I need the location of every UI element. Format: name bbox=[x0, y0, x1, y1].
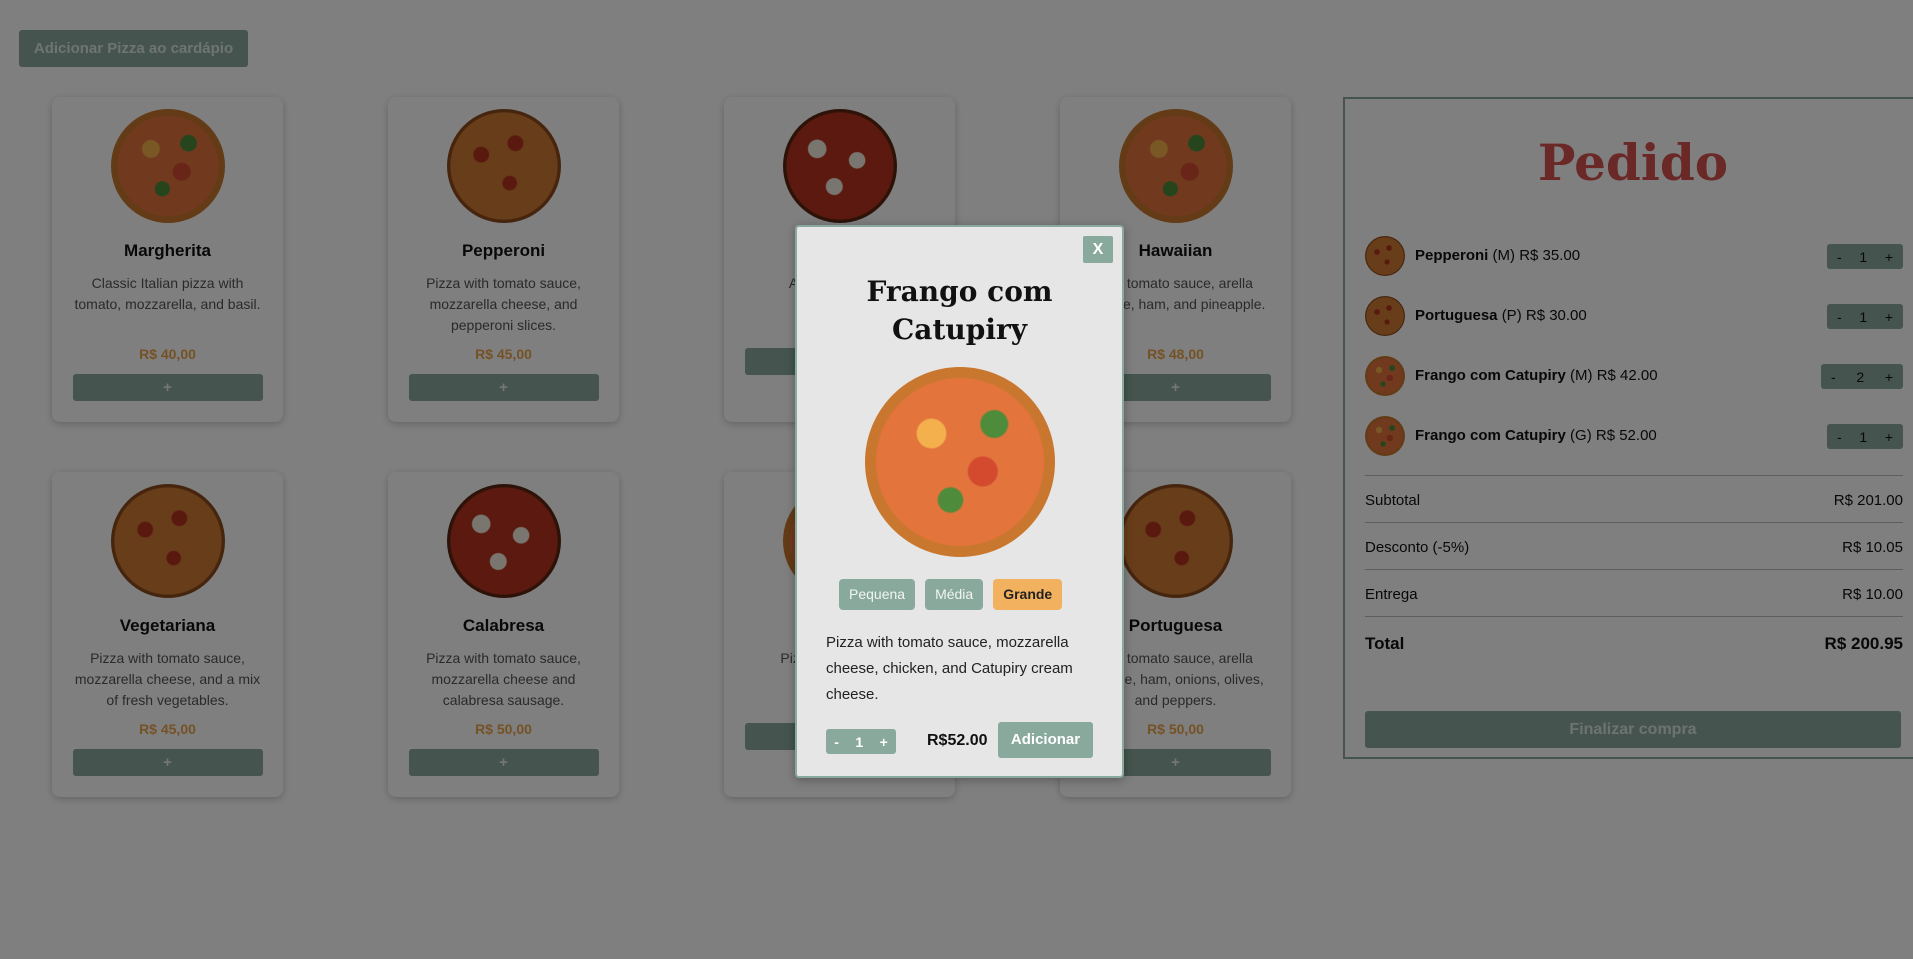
pizza-image bbox=[864, 367, 1055, 557]
add-to-cart-button[interactable]: Adicionar bbox=[998, 722, 1093, 758]
quantity-value: 1 bbox=[855, 733, 864, 750]
size-medium-button[interactable]: Média bbox=[925, 579, 984, 610]
modal-price: R$52.00 bbox=[927, 732, 988, 749]
pizza-detail-modal: X Frango com Catupiry Pequena Média Gran… bbox=[795, 225, 1124, 778]
size-large-button[interactable]: Grande bbox=[993, 579, 1063, 610]
decrement-button[interactable]: - bbox=[834, 734, 839, 750]
size-selector: Pequena Média Grande bbox=[839, 579, 1063, 610]
close-button[interactable]: X bbox=[1083, 236, 1113, 263]
increment-button[interactable]: + bbox=[880, 734, 888, 750]
modal-description: Pizza with tomato sauce, mozzarella chee… bbox=[826, 634, 1073, 703]
quantity-stepper: - 1 + bbox=[826, 729, 896, 754]
modal-title: Frango com Catupiry bbox=[866, 275, 1053, 346]
size-small-button[interactable]: Pequena bbox=[839, 579, 916, 610]
